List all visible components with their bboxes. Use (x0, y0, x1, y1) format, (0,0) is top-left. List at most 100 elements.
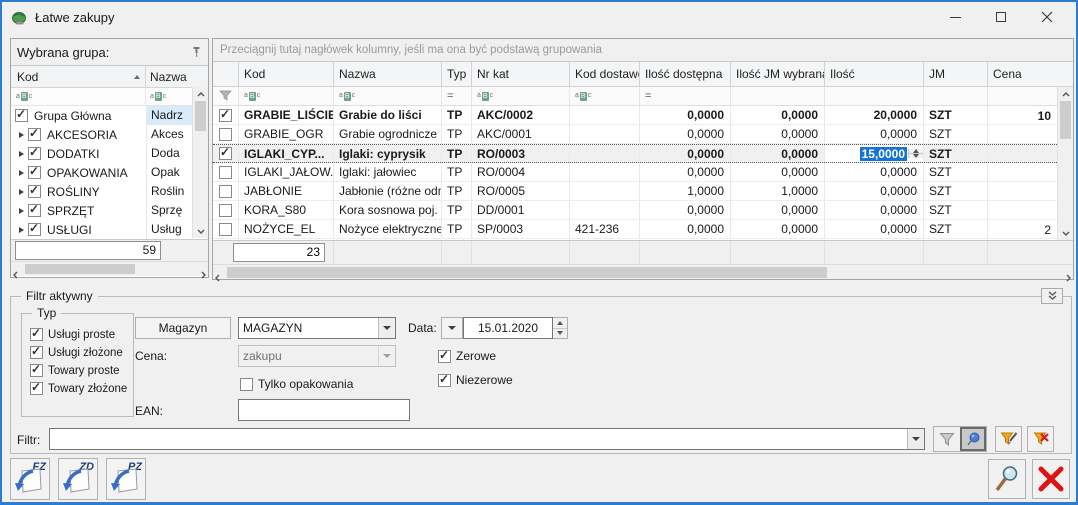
collapse-filter-button[interactable] (1041, 288, 1063, 304)
cell-ilosc-dostepna[interactable]: 0,0000 (640, 201, 731, 219)
filter-funnel-cell[interactable] (213, 87, 239, 105)
cell-kod[interactable]: IGLAKI_JAŁOW... (239, 163, 334, 181)
cell-cena[interactable] (988, 163, 1057, 181)
cell-jm[interactable]: SZT (924, 201, 988, 219)
header-cena[interactable]: Cena (988, 62, 1057, 86)
checkbox[interactable] (30, 382, 43, 395)
cell-jm[interactable]: SZT (924, 163, 988, 181)
filter-kod[interactable]: aBc (239, 87, 334, 105)
tree-kod[interactable]: USŁUGI (41, 223, 146, 237)
row-checkbox[interactable] (219, 147, 232, 160)
scroll-right-icon[interactable] (1066, 269, 1071, 287)
cell-typ[interactable]: TP (442, 145, 472, 162)
cell-ilosc-dostepna[interactable]: 0,0000 (640, 145, 731, 162)
cell-ilosc-jm[interactable]: 0,0000 (731, 125, 825, 143)
tree-row[interactable]: USŁUGI Usług (11, 220, 208, 239)
cell-kod-dostawcy[interactable] (570, 125, 640, 143)
quantity-editor[interactable]: 15,0000 (825, 145, 924, 162)
scroll-right-icon[interactable] (201, 266, 206, 284)
filtr-combobox[interactable] (49, 428, 925, 450)
expand-icon[interactable] (15, 170, 28, 176)
header-kod-dostawcy[interactable]: Kod dostawcy (570, 62, 640, 86)
row-checkbox[interactable] (219, 185, 232, 198)
stepper-up-icon[interactable] (553, 318, 567, 329)
cell-nrkat[interactable]: DD/0001 (472, 201, 570, 219)
cell-nrkat[interactable]: AKC/0002 (472, 106, 570, 124)
cell-nazwa[interactable]: Grabie do liści (334, 106, 442, 124)
filter-funnel-toggle[interactable] (934, 427, 960, 451)
cell-nazwa[interactable]: Iglaki: jałowiec (334, 163, 442, 181)
cell-ilosc[interactable]: 0,0000 (825, 201, 924, 219)
checkbox[interactable] (28, 223, 41, 236)
chevron-down-icon[interactable] (378, 318, 395, 338)
checkbox-towary-zlozone[interactable]: Towary złożone (30, 382, 133, 395)
zd-button[interactable]: ZD (58, 458, 98, 500)
cell-ilosc-dostepna[interactable]: 0,0000 (640, 125, 731, 143)
cell-nazwa[interactable]: Iglaki: cyprysik (334, 145, 442, 162)
cell-kod-dostawcy[interactable] (570, 201, 640, 219)
scroll-up-icon[interactable] (193, 87, 208, 101)
checkbox-niezerowe[interactable]: Niezerowe (438, 373, 513, 387)
cell-cena[interactable] (988, 125, 1057, 143)
fz-button[interactable]: FZ (10, 458, 50, 500)
cell-nrkat[interactable]: AKC/0001 (472, 125, 570, 143)
checkbox[interactable] (28, 166, 41, 179)
table-row[interactable]: JABŁONIE Jabłonie (różne odm... TP RO/00… (213, 182, 1073, 201)
cell-kod-dostawcy[interactable] (570, 145, 640, 162)
filter-ilosc[interactable] (825, 87, 924, 105)
checkbox[interactable] (240, 378, 253, 391)
cell-cena[interactable] (988, 182, 1057, 200)
cell-cena[interactable]: 10 (988, 106, 1057, 124)
filter-clear-button[interactable] (1027, 426, 1054, 452)
filter-cena[interactable] (988, 87, 1057, 105)
groupby-bar[interactable]: Przeciągnij tutaj nagłówek kolumny, jeśl… (213, 39, 1073, 62)
tree-row[interactable]: SPRZĘT Sprzę (11, 201, 208, 220)
cell-jm[interactable]: SZT (924, 145, 988, 162)
cell-nrkat[interactable]: SP/0003 (472, 220, 570, 238)
cell-kod-dostawcy[interactable] (570, 182, 640, 200)
tree-kod[interactable]: ROŚLINY (41, 185, 146, 199)
cell-typ[interactable]: TP (442, 182, 472, 200)
minimize-button[interactable] (932, 2, 978, 32)
search-button[interactable] (988, 459, 1026, 499)
cell-cena[interactable]: 2 (988, 220, 1057, 238)
scrollbar-thumb[interactable] (1060, 101, 1071, 139)
cell-ilosc-jm[interactable]: 0,0000 (731, 106, 825, 124)
checkbox[interactable] (438, 350, 451, 363)
header-kod[interactable]: Kod (239, 62, 334, 86)
scroll-left-icon[interactable] (13, 266, 18, 284)
checkbox-uslugi-proste[interactable]: Usługi proste (30, 328, 133, 341)
date-field[interactable]: 15.01.2020 (463, 317, 553, 339)
table-row[interactable]: GRABIE_LIŚCIE Grabie do liści TP AKC/000… (213, 106, 1073, 125)
cancel-button[interactable] (1032, 459, 1070, 499)
magazyn-button[interactable]: Magazyn (135, 317, 231, 339)
pz-button[interactable]: PZ (106, 458, 146, 500)
cell-typ[interactable]: TP (442, 106, 472, 124)
cell-nazwa[interactable]: Grabie ogrodnicze (334, 125, 442, 143)
tree-row[interactable]: OPAKOWANIA Opak (11, 163, 208, 182)
filter-jm[interactable] (924, 87, 988, 105)
checkbox-towary-proste[interactable]: Towary proste (30, 364, 133, 377)
scrollbar-thumb[interactable] (195, 101, 206, 131)
stepper-down-icon[interactable] (909, 154, 923, 158)
maximize-button[interactable] (978, 2, 1024, 32)
tree-horizontal-scrollbar[interactable] (11, 261, 208, 276)
cell-nazwa[interactable]: Kora sosnowa poj. 8... (334, 201, 442, 219)
grid-horizontal-scrollbar[interactable] (213, 264, 1073, 279)
checkbox[interactable] (15, 109, 28, 122)
row-checkbox[interactable] (219, 166, 232, 179)
checkbox-zerowe[interactable]: Zerowe (438, 349, 496, 363)
cell-typ[interactable]: TP (442, 163, 472, 181)
stepper-down-icon[interactable] (553, 329, 567, 339)
cell-jm[interactable]: SZT (924, 220, 988, 238)
cell-ilosc-jm[interactable]: 0,0000 (731, 145, 825, 162)
tree-row[interactable]: DODATKI Doda (11, 144, 208, 163)
cell-nrkat[interactable]: RO/0005 (472, 182, 570, 200)
expand-icon[interactable] (15, 227, 28, 233)
header-ilosc-dostepna[interactable]: Ilość dostępna (640, 62, 731, 86)
cell-ilosc-jm[interactable]: 0,0000 (731, 201, 825, 219)
table-row[interactable]: NOŻYCE_EL Nożyce elektryczne TP SP/0003 … (213, 220, 1073, 239)
filter-kod-dostawcy[interactable]: aBc (570, 87, 640, 105)
date-dropdown-button[interactable] (441, 317, 463, 339)
row-checkbox[interactable] (219, 204, 232, 217)
